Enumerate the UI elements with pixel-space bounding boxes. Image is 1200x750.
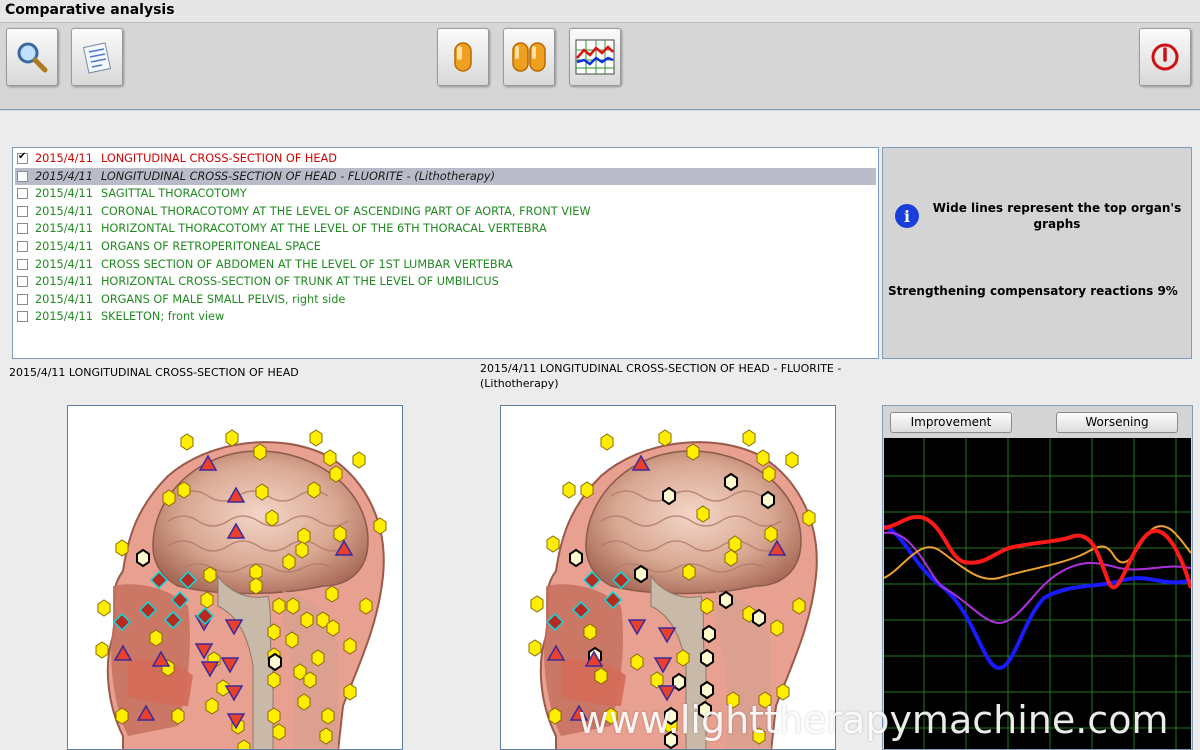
session-checkbox[interactable] — [17, 241, 28, 252]
double-capsule-icon — [512, 42, 546, 72]
session-checkbox[interactable] — [17, 293, 28, 305]
session-row[interactable]: 2015/4/11 LONGITUDINAL CROSS-SECTION OF H… — [15, 167, 876, 185]
session-date: 2015/4/11 — [35, 257, 93, 271]
session-label: ORGANS OF MALE SMALL PELVIS, right side — [100, 292, 346, 306]
session-row[interactable]: 2015/4/11 ORGANS OF RETROPERITONEAL SPACE — [15, 238, 876, 255]
title-bar: Comparative analysis — [0, 0, 1200, 22]
watermark: www.lighttherapymachine.com — [578, 698, 1169, 742]
dual-view-button[interactable] — [503, 28, 555, 86]
session-row[interactable]: 2015/4/11 HORIZONTAL THORACOTOMY AT THE L… — [15, 220, 876, 237]
session-row[interactable]: 2015/4/11 CROSS SECTION OF ABDOMEN AT THE… — [15, 256, 876, 273]
session-label: LONGITUDINAL CROSS-SECTION OF HEAD - FLU… — [100, 169, 496, 183]
single-capsule-icon — [454, 42, 472, 72]
session-row[interactable]: 2015/4/11 LONGITUDINAL CROSS-SECTION OF H… — [15, 150, 876, 167]
session-checkbox[interactable] — [17, 205, 28, 217]
session-list: 2015/4/11 LONGITUDINAL CROSS-SECTION OF H… — [12, 147, 879, 359]
info-message: Wide lines represent the top organ's gra… — [932, 201, 1182, 231]
session-checkbox[interactable] — [17, 188, 28, 200]
session-date: 2015/4/11 — [35, 310, 93, 324]
power-button[interactable] — [1139, 28, 1191, 86]
session-row[interactable]: 2015/4/11 CORONAL THORACOTOMY AT THE LEVE… — [15, 203, 876, 220]
session-label: CROSS SECTION OF ABDOMEN AT THE LEVEL OF… — [100, 257, 513, 271]
session-checkbox[interactable] — [17, 258, 28, 270]
status-text: Strengthening compensatory reactions 9% — [888, 284, 1178, 298]
improvement-button[interactable]: Improvement — [890, 412, 1012, 433]
head-cross-section-image — [95, 429, 387, 749]
session-date: 2015/4/11 — [35, 204, 93, 218]
graph-view-button[interactable] — [569, 28, 621, 86]
session-label: SAGITTAL THORACOTOMY — [100, 187, 247, 201]
session-checkbox[interactable] — [17, 223, 28, 235]
info-panel: i Wide lines represent the top organ's g… — [882, 147, 1192, 359]
session-date: 2015/4/11 — [35, 169, 93, 183]
session-label: ORGANS OF RETROPERITONEAL SPACE — [100, 240, 321, 253]
session-date: 2015/4/11 — [35, 222, 93, 236]
info-icon: i — [895, 204, 919, 228]
right-caption: 2015/4/11 LONGITUDINAL CROSS-SECTION OF … — [480, 362, 842, 390]
graph-icon — [575, 39, 615, 75]
session-date: 2015/4/11 — [35, 292, 93, 306]
search-button[interactable] — [6, 28, 58, 86]
session-checkbox[interactable] — [17, 311, 28, 323]
power-icon — [1151, 43, 1179, 71]
session-row[interactable]: 2015/4/11 HORIZONTAL CROSS-SECTION OF TRU… — [15, 273, 876, 290]
session-date: 2015/4/11 — [35, 187, 93, 201]
session-label: HORIZONTAL CROSS-SECTION OF TRUNK AT THE… — [100, 275, 499, 289]
session-label: HORIZONTAL THORACOTOMY AT THE LEVEL OF T… — [100, 222, 547, 236]
session-date: 2015/4/11 — [35, 240, 93, 253]
session-row[interactable]: 2015/4/11 SAGITTAL THORACOTOMY — [15, 185, 876, 202]
session-label: SKELETON; front view — [100, 310, 225, 324]
worsening-button[interactable]: Worsening — [1056, 412, 1178, 433]
content-area: 2015/4/11 LONGITUDINAL CROSS-SECTION OF H… — [0, 111, 1200, 750]
session-label: CORONAL THORACOTOMY AT THE LEVEL OF ASCE… — [100, 204, 591, 218]
single-view-button[interactable] — [437, 28, 489, 86]
notes-icon — [82, 42, 112, 74]
session-date: 2015/4/11 — [35, 275, 93, 289]
session-label: LONGITUDINAL CROSS-SECTION OF HEAD — [100, 152, 337, 165]
session-row[interactable]: 2015/4/11 ORGANS OF MALE SMALL PELVIS, ri… — [15, 291, 876, 308]
session-date: 2015/4/11 — [35, 152, 93, 165]
session-checkbox[interactable] — [17, 276, 28, 288]
session-row[interactable]: 2015/4/11 SKELETON; front view — [15, 308, 876, 325]
session-checkbox[interactable] — [17, 151, 28, 164]
magnifier-icon — [17, 42, 48, 73]
anatomy-image-left[interactable] — [67, 405, 403, 750]
session-checkbox[interactable] — [17, 170, 28, 182]
window-title: Comparative analysis — [5, 2, 175, 18]
left-caption: 2015/4/11 LONGITUDINAL CROSS-SECTION OF … — [9, 366, 299, 379]
toolbar — [0, 22, 1200, 110]
report-button[interactable] — [71, 28, 123, 86]
